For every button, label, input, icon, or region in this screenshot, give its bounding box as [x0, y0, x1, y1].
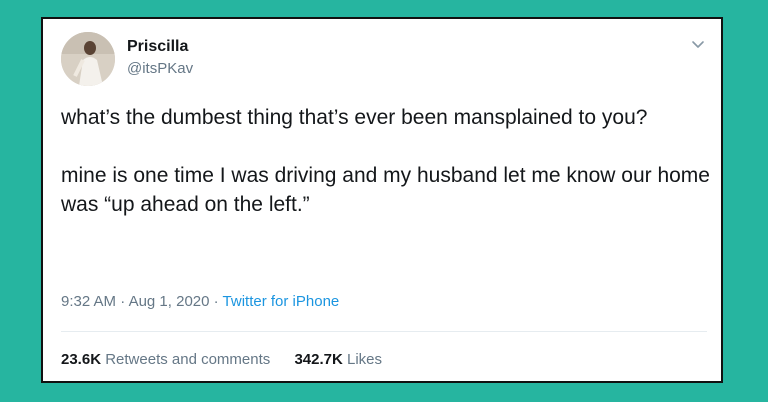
likes-label: Likes — [347, 351, 383, 368]
chevron-down-icon[interactable] — [689, 35, 707, 53]
likes-stat[interactable]: 342.7K Likes — [294, 351, 382, 368]
author-handle[interactable]: @itsPKav — [127, 60, 193, 77]
retweets-count: 23.6K — [61, 351, 102, 368]
avatar[interactable] — [61, 32, 115, 86]
tweet-metadata: 9:32 AM · Aug 1, 2020 · Twitter for iPho… — [61, 293, 339, 310]
author-display-name[interactable]: Priscilla — [127, 38, 188, 56]
tweet-time[interactable]: 9:32 AM — [61, 293, 116, 310]
tweet-text: what’s the dumbest thing that’s ever bee… — [61, 106, 710, 216]
divider — [61, 331, 707, 332]
meta-separator: · — [213, 293, 219, 310]
retweets-label: Retweets and comments — [105, 351, 271, 368]
tweet-date[interactable]: Aug 1, 2020 — [129, 293, 210, 310]
tweet-card: Priscilla @itsPKav what’s the dumbest th… — [41, 17, 723, 383]
tweet-source-link[interactable]: Twitter for iPhone — [223, 293, 340, 310]
likes-count: 342.7K — [294, 351, 343, 368]
retweets-stat[interactable]: 23.6K Retweets and comments — [61, 351, 274, 368]
meta-separator: · — [120, 293, 126, 310]
tweet-stats: 23.6K Retweets and comments 342.7K Likes — [61, 351, 382, 368]
